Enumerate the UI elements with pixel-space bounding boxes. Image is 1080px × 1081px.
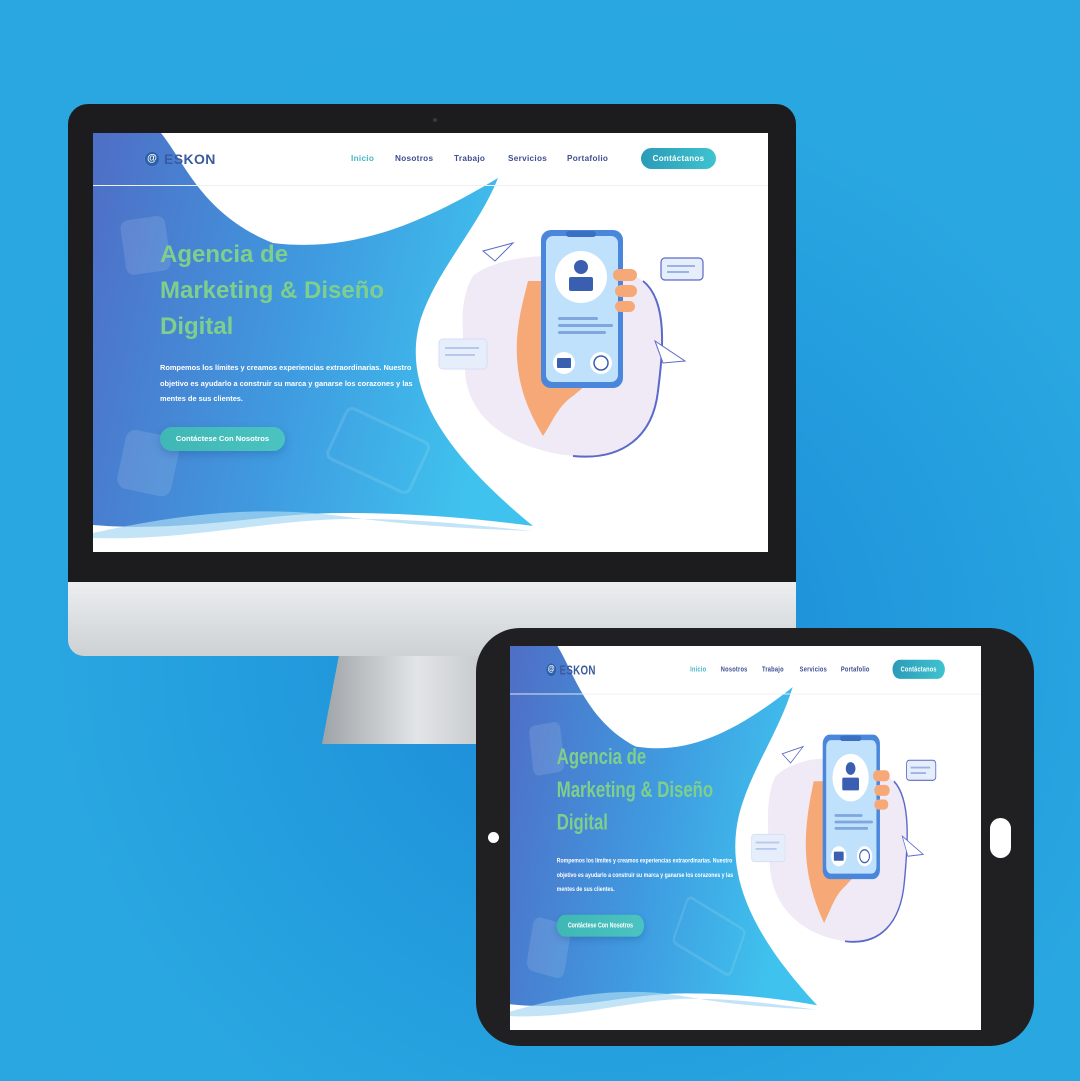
at-sign-icon: @ bbox=[545, 662, 557, 678]
nav-link-portafolio[interactable]: Portafolio bbox=[567, 154, 608, 163]
nav-link-portafolio[interactable]: Portafolio bbox=[841, 665, 870, 673]
hero-contact-button[interactable]: Contáctese Con Nosotros bbox=[556, 914, 645, 937]
monitor-camera bbox=[433, 118, 437, 122]
website: @ ESKON Inicio Nosotros Trabajo Servicio… bbox=[510, 646, 981, 1030]
logo[interactable]: @ ESKON bbox=[144, 149, 216, 169]
nav-link-servicios[interactable]: Servicios bbox=[800, 665, 827, 673]
nav-link-trabajo[interactable]: Trabajo bbox=[762, 665, 784, 673]
phone-illustration bbox=[751, 734, 937, 943]
contact-button[interactable]: Contáctanos bbox=[641, 148, 716, 169]
nav-link-trabajo[interactable]: Trabajo bbox=[454, 154, 485, 163]
nav-link-inicio[interactable]: Inicio bbox=[351, 154, 374, 163]
hero-description: Rompemos los límites y creamos experienc… bbox=[556, 856, 734, 893]
contact-button[interactable]: Contáctanos bbox=[892, 659, 945, 679]
navbar: @ ESKON Inicio Nosotros Trabajo Servicio… bbox=[93, 133, 768, 186]
nav-link-inicio[interactable]: Inicio bbox=[690, 665, 706, 673]
website: @ ESKON Inicio Nosotros Trabajo Servicio… bbox=[93, 133, 768, 552]
navbar: @ ESKON Inicio Nosotros Trabajo Servicio… bbox=[510, 646, 981, 695]
nav-link-servicios[interactable]: Servicios bbox=[508, 154, 547, 163]
desktop-screen: @ ESKON Inicio Nosotros Trabajo Servicio… bbox=[93, 133, 768, 552]
logo[interactable]: @ ESKON bbox=[545, 661, 596, 679]
tablet-camera bbox=[488, 832, 499, 843]
logo-text: ESKON bbox=[559, 662, 596, 678]
tablet-screen: @ ESKON Inicio Nosotros Trabajo Servicio… bbox=[510, 646, 981, 1030]
hero-contact-button[interactable]: Contáctese Con Nosotros bbox=[160, 427, 285, 451]
nav-link-nosotros[interactable]: Nosotros bbox=[395, 154, 433, 163]
phone-illustration bbox=[438, 230, 704, 458]
nav-link-nosotros[interactable]: Nosotros bbox=[721, 665, 748, 673]
hero-title: Agencia de Marketing & Diseño Digital bbox=[160, 241, 385, 340]
at-sign-icon: @ bbox=[144, 151, 160, 167]
logo-text: ESKON bbox=[164, 151, 216, 167]
tablet-home-button[interactable] bbox=[990, 818, 1011, 858]
hero-description: Rompemos los límites y creamos experienc… bbox=[160, 363, 413, 403]
hero-title: Agencia de Marketing & Diseño Digital bbox=[556, 744, 714, 836]
